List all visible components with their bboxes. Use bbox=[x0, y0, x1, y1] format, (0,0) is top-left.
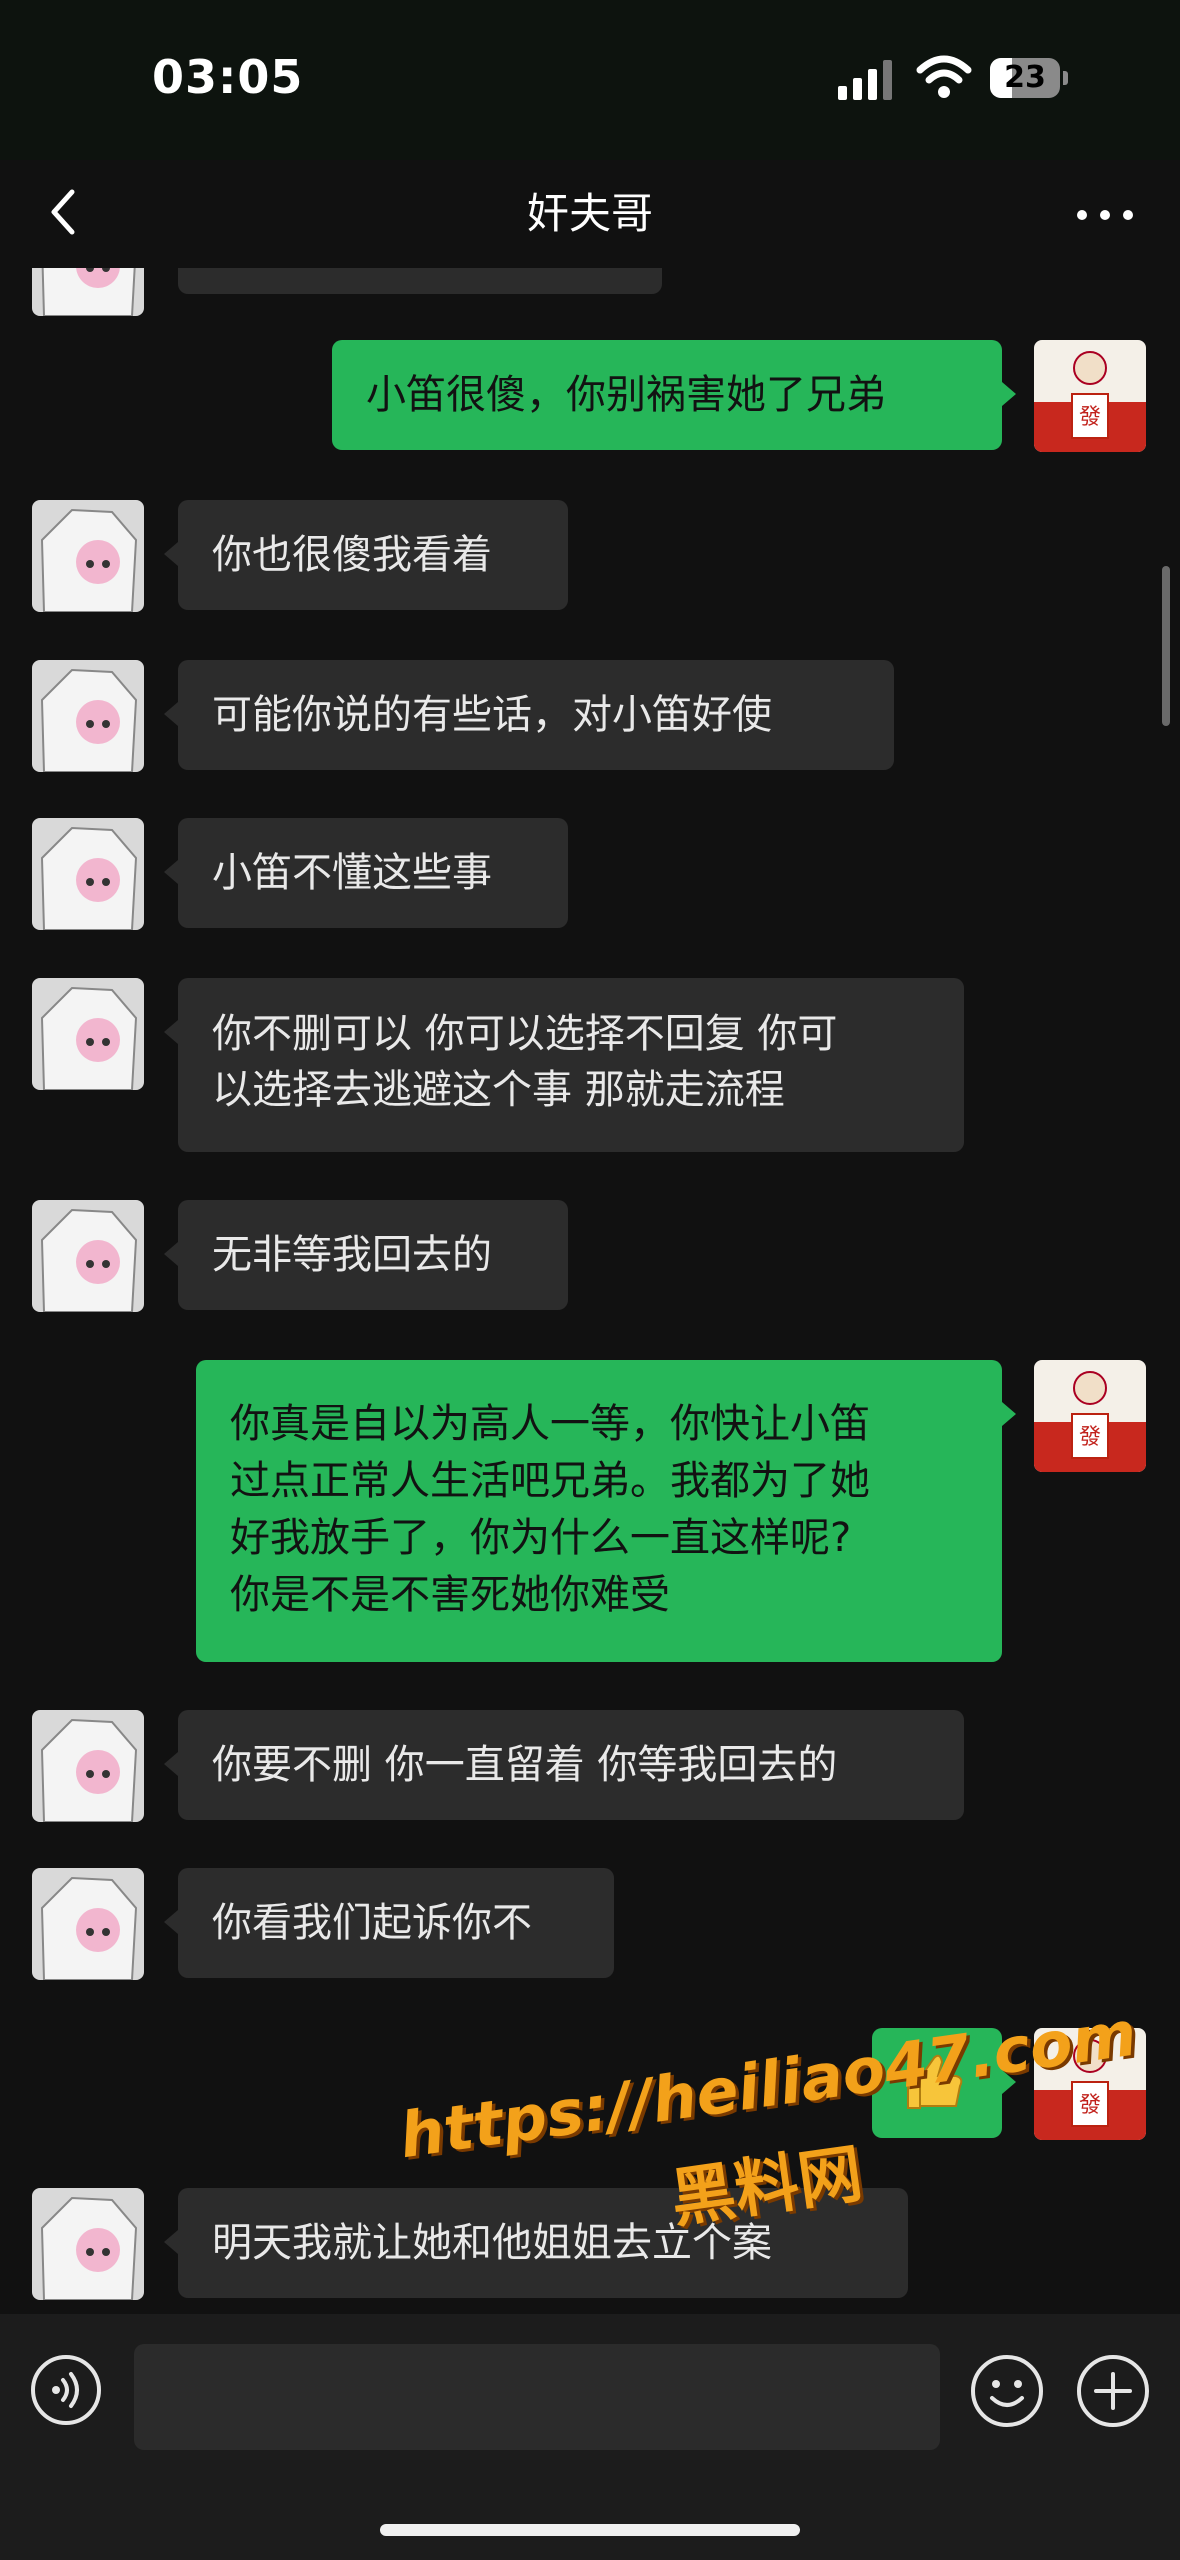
message-text-line: 你不删可以 你可以选择不回复 你可 bbox=[212, 1011, 838, 1057]
message-text-line: 好我放手了，你为什么一直这样呢? bbox=[230, 1515, 852, 1561]
status-bar: 03:05 23 bbox=[0, 0, 1180, 160]
message-bubble[interactable]: 你真是自以为高人一等，你快让小笛 过点正常人生活吧兄弟。我都为了她 好我放手了，… bbox=[196, 1360, 1002, 1662]
message-bubble[interactable]: 你也很傻我看着 bbox=[178, 500, 568, 610]
battery-icon: 23 bbox=[990, 58, 1070, 98]
message-list[interactable]: 小笛很傻，你别祸害她了兄弟 發 你也很傻我看着 可能你说的有些话，对小笛好使 小… bbox=[0, 268, 1180, 2314]
avatar[interactable] bbox=[32, 818, 144, 930]
emoji-icon[interactable] bbox=[970, 2354, 1044, 2428]
chat-title: 奸夫哥 bbox=[526, 189, 653, 238]
message-input[interactable] bbox=[134, 2344, 940, 2450]
cellular-signal-icon bbox=[838, 60, 894, 100]
svg-text:發: 發 bbox=[1079, 405, 1101, 430]
avatar[interactable] bbox=[32, 1200, 144, 1312]
avatar[interactable] bbox=[32, 1710, 144, 1822]
scrollbar[interactable] bbox=[1162, 566, 1170, 726]
message-bubble[interactable]: 小笛不懂这些事 bbox=[178, 818, 568, 928]
message-bubble[interactable]: 可能你说的有些话，对小笛好使 bbox=[178, 660, 894, 770]
message-text: 你要不删 你一直留着 你等我回去的 bbox=[212, 1742, 838, 1788]
avatar[interactable] bbox=[32, 978, 144, 1090]
avatar[interactable] bbox=[32, 500, 144, 612]
home-indicator[interactable] bbox=[380, 2524, 800, 2536]
avatar[interactable] bbox=[32, 1868, 144, 1980]
status-time: 03:05 bbox=[152, 50, 304, 104]
battery-level: 23 bbox=[1004, 60, 1046, 95]
message-text-line: 你真是自以为高人一等，你快让小笛 bbox=[230, 1401, 870, 1447]
avatar[interactable] bbox=[32, 660, 144, 772]
message-text: 无非等我回去的 bbox=[212, 1232, 492, 1278]
message-text: 你看我们起诉你不 bbox=[212, 1900, 532, 1946]
message-text: 可能你说的有些话，对小笛好使 bbox=[212, 692, 772, 738]
message-text-line: 以选择去逃避这个事 那就走流程 bbox=[212, 1067, 785, 1113]
input-bar bbox=[0, 2314, 1180, 2560]
more-dots-icon[interactable] bbox=[1070, 190, 1140, 240]
avatar[interactable] bbox=[32, 268, 144, 316]
message-bubble[interactable]: 你不删可以 你可以选择不回复 你可 以选择去逃避这个事 那就走流程 bbox=[178, 978, 964, 1152]
message-text-line: 过点正常人生活吧兄弟。我都为了她 bbox=[230, 1458, 870, 1504]
message-bubble[interactable]: 你看我们起诉你不 bbox=[178, 1868, 614, 1978]
message-bubble[interactable]: 你要不删 你一直留着 你等我回去的 bbox=[178, 1710, 964, 1820]
message-text-line: 你是不是不害死她你难受 bbox=[230, 1572, 670, 1618]
svg-text:發: 發 bbox=[1079, 1425, 1101, 1450]
avatar-self[interactable]: 發 bbox=[1034, 1360, 1146, 1472]
chat-header: 奸夫哥 bbox=[0, 160, 1180, 268]
plus-icon[interactable] bbox=[1076, 2354, 1150, 2428]
message-text: 你也很傻我看着 bbox=[212, 532, 492, 578]
message-bubble[interactable] bbox=[178, 268, 662, 294]
message-text: 小笛很傻，你别祸害她了兄弟 bbox=[366, 372, 886, 418]
wifi-icon bbox=[916, 55, 972, 98]
avatar[interactable] bbox=[32, 2188, 144, 2300]
message-text: 小笛不懂这些事 bbox=[212, 850, 492, 896]
watermark-name: 黑料网 bbox=[666, 2137, 867, 2238]
avatar-self[interactable]: 發 bbox=[1034, 340, 1146, 452]
voice-icon[interactable] bbox=[30, 2354, 102, 2426]
message-bubble[interactable]: 无非等我回去的 bbox=[178, 1200, 568, 1310]
message-bubble[interactable]: 小笛很傻，你别祸害她了兄弟 bbox=[332, 340, 1002, 450]
